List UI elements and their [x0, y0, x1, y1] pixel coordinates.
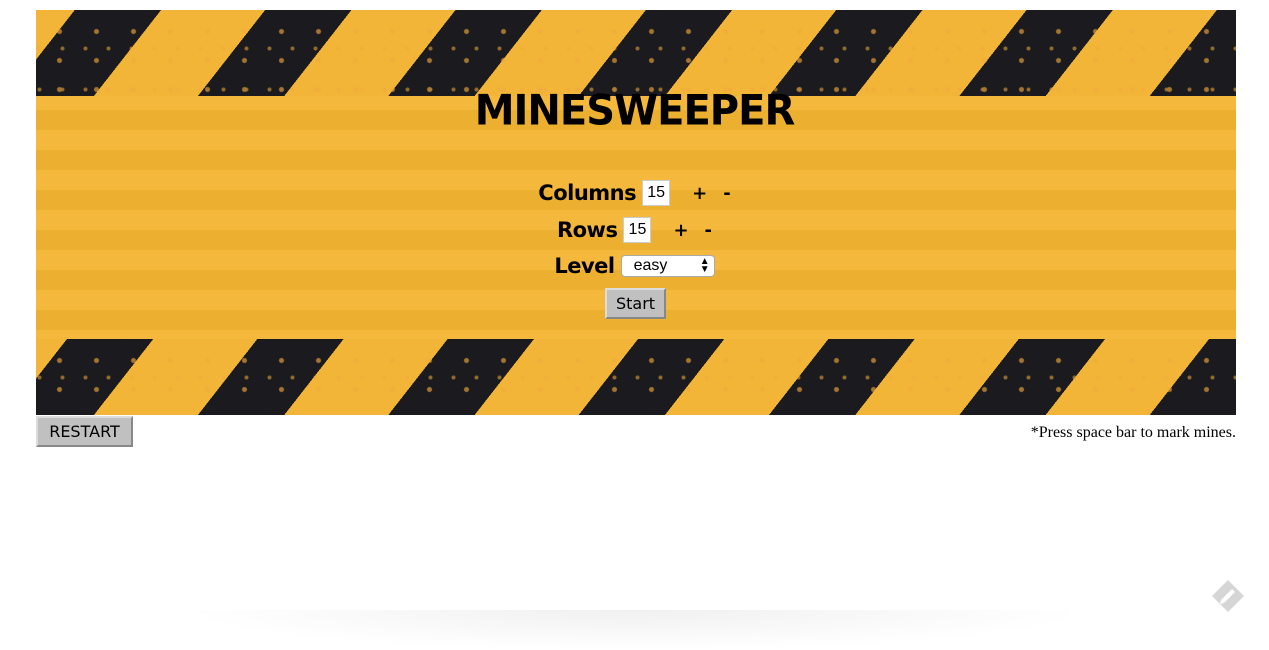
level-select-value: easy [633, 257, 668, 274]
columns-plus-button[interactable]: + [692, 183, 707, 204]
mark-mines-hint: *Press space bar to mark mines. [1030, 424, 1236, 441]
level-select[interactable]: easy ▲ ▼ [620, 255, 715, 277]
hazard-stripes-top [36, 10, 1236, 96]
rows-label: Rows [556, 218, 618, 242]
hazard-banner [36, 10, 1236, 415]
columns-input[interactable]: 15 [642, 180, 671, 206]
restart-button[interactable]: RESTART [36, 416, 133, 447]
start-button[interactable]: Start [605, 288, 666, 319]
edit-feather-icon[interactable] [1208, 576, 1248, 616]
columns-row: Columns 15 + - [0, 180, 1269, 206]
game-title: MINESWEEPER [474, 86, 796, 136]
page-shadow [180, 610, 1090, 650]
updown-arrows-icon: ▲ ▼ [699, 256, 710, 275]
level-row: Level easy ▲ ▼ [0, 254, 1269, 278]
hazard-stripes-bottom [36, 339, 1236, 415]
rows-input[interactable]: 15 [623, 217, 652, 243]
rows-row: Rows 15 + - [0, 217, 1269, 243]
columns-minus-button[interactable]: - [723, 183, 730, 204]
rows-plus-button[interactable]: + [673, 220, 688, 241]
rows-minus-button[interactable]: - [705, 220, 712, 241]
columns-label: Columns [538, 181, 637, 205]
level-label: Level [554, 254, 615, 278]
